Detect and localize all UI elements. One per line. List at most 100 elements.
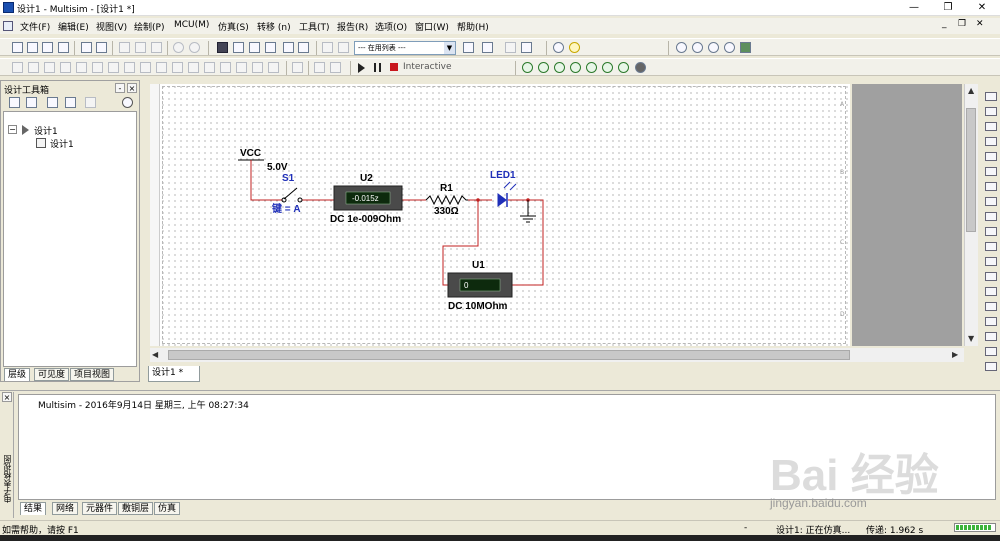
analog-icon[interactable]: [76, 62, 87, 73]
power-icon[interactable]: [172, 62, 183, 73]
led-led1[interactable]: LED1: [490, 170, 517, 207]
toolbox-minimize-button[interactable]: -: [115, 83, 125, 93]
menu-simulate[interactable]: 仿真(S): [218, 20, 249, 33]
save-design-icon[interactable]: [47, 97, 58, 108]
advanced-peripherals-icon[interactable]: [204, 62, 215, 73]
toggle-fullscreen-icon[interactable]: [217, 42, 228, 53]
probe-settings-gear-icon[interactable]: [635, 62, 646, 73]
agilent-generator-icon[interactable]: [985, 302, 997, 311]
transistor-icon[interactable]: [60, 62, 71, 73]
tab-visibility[interactable]: 可见度: [34, 368, 70, 381]
cmos-icon[interactable]: [108, 62, 119, 73]
tektronix-oscilloscope-icon[interactable]: [985, 347, 997, 356]
tab-hierarchy[interactable]: 层级: [4, 368, 31, 381]
tab-copper-layers[interactable]: 敷铜层: [118, 502, 154, 515]
menu-help[interactable]: 帮助(H): [457, 20, 489, 33]
vcc-source[interactable]: VCC 5.0V: [238, 148, 288, 200]
diode-icon[interactable]: [44, 62, 55, 73]
run-simulation-button[interactable]: [358, 63, 365, 73]
component-wizard-icon[interactable]: [298, 42, 309, 53]
zoom-in-icon[interactable]: [676, 42, 687, 53]
save-icon[interactable]: [58, 42, 69, 53]
basic-icon[interactable]: [28, 62, 39, 73]
paste-icon[interactable]: [151, 42, 162, 53]
multimeter-icon[interactable]: [985, 92, 997, 101]
open-sample-icon[interactable]: [42, 42, 53, 53]
network-analyzer-icon[interactable]: [985, 287, 997, 296]
scroll-up-icon[interactable]: ▲: [968, 86, 974, 95]
tab-project-view[interactable]: 项目视图: [70, 368, 115, 381]
interactive-mode-button[interactable]: Interactive: [403, 62, 451, 72]
tree-item-design-page[interactable]: 设计1: [50, 137, 74, 150]
print-icon[interactable]: [81, 42, 92, 53]
mixed-icon[interactable]: [140, 62, 151, 73]
zoom-out-icon[interactable]: [692, 42, 703, 53]
toolbox-close-button[interactable]: ×: [127, 83, 137, 93]
search-icon[interactable]: [553, 42, 564, 53]
menu-view[interactable]: 视图(V): [96, 20, 127, 33]
menu-tools[interactable]: 工具(T): [299, 20, 330, 33]
document-icon[interactable]: [3, 21, 13, 31]
settings-gear-icon[interactable]: [122, 97, 133, 108]
probe-reference-icon[interactable]: [602, 62, 613, 73]
tab-components[interactable]: 元器件: [82, 502, 118, 515]
menu-options[interactable]: 选项(O): [375, 20, 407, 33]
tree-item-design-root[interactable]: 设计1: [34, 124, 58, 137]
probe-voltage-icon[interactable]: [522, 62, 533, 73]
in-use-list-select[interactable]: --- 在用列表 --- ▼: [354, 41, 456, 55]
redo-icon[interactable]: [189, 42, 200, 53]
vertical-scroll-thumb[interactable]: [966, 108, 976, 232]
multimeter-u2[interactable]: U2 -0.015z DC 1e-009Ohm: [330, 173, 403, 225]
close-button[interactable]: ✕: [968, 0, 996, 16]
agilent-oscilloscope-icon[interactable]: [985, 332, 997, 341]
multimeter-u1[interactable]: U1 0 DC 10MOhm: [447, 260, 513, 312]
indicator-icon[interactable]: [156, 62, 167, 73]
resistor-r1[interactable]: R1 330Ω: [425, 183, 468, 217]
design-toolbox-icon[interactable]: [249, 42, 260, 53]
source-icon[interactable]: [12, 62, 23, 73]
undo-icon[interactable]: [173, 42, 184, 53]
ni-components-icon[interactable]: [252, 62, 263, 73]
misc-icon[interactable]: [188, 62, 199, 73]
instrument-menu-icon[interactable]: [521, 42, 532, 53]
grapher-icon[interactable]: [265, 42, 276, 53]
ttl-icon[interactable]: [92, 62, 103, 73]
open-icon[interactable]: [27, 42, 38, 53]
database-icon[interactable]: [283, 42, 294, 53]
probe-power-icon[interactable]: [554, 62, 565, 73]
erc-icon[interactable]: [463, 42, 474, 53]
restore-button[interactable]: ❐: [934, 0, 962, 16]
stop-simulation-button[interactable]: [390, 63, 398, 71]
print-preview-icon[interactable]: [96, 42, 107, 53]
function-generator-icon[interactable]: [985, 107, 997, 116]
probe-current-icon[interactable]: [538, 62, 549, 73]
scroll-left-icon[interactable]: ◀: [152, 350, 158, 359]
tab-simulation[interactable]: 仿真: [154, 502, 181, 515]
new-design-icon[interactable]: [9, 97, 20, 108]
menu-reports[interactable]: 报告(R): [337, 20, 368, 33]
doc-close-button[interactable]: ✕: [976, 19, 984, 29]
tree-collapse-toggle[interactable]: −: [8, 125, 17, 134]
open-design-icon[interactable]: [26, 97, 37, 108]
copy-icon[interactable]: [135, 42, 146, 53]
probe-ac-icon[interactable]: [586, 62, 597, 73]
spreadsheet-close-button[interactable]: ×: [2, 392, 12, 402]
rf-icon[interactable]: [220, 62, 231, 73]
current-probe-icon[interactable]: [985, 362, 997, 371]
bus-icon[interactable]: [314, 62, 325, 73]
close-design-icon[interactable]: [65, 97, 76, 108]
frequency-counter-icon[interactable]: [985, 182, 997, 191]
probe-icon[interactable]: [505, 42, 516, 53]
misc-digital-icon[interactable]: [124, 62, 135, 73]
help-icon[interactable]: [569, 42, 580, 53]
connector-icon[interactable]: [330, 62, 341, 73]
menu-edit[interactable]: 编辑(E): [58, 20, 89, 33]
horizontal-scroll-thumb[interactable]: [168, 350, 850, 360]
fullscreen-icon[interactable]: [740, 42, 751, 53]
wattmeter-icon[interactable]: [985, 122, 997, 131]
rename-icon[interactable]: [85, 97, 96, 108]
chevron-down-icon[interactable]: ▼: [444, 42, 455, 54]
new-icon[interactable]: [12, 42, 23, 53]
backannotate-icon[interactable]: [338, 42, 349, 53]
menu-place[interactable]: 绘制(P): [134, 20, 164, 33]
